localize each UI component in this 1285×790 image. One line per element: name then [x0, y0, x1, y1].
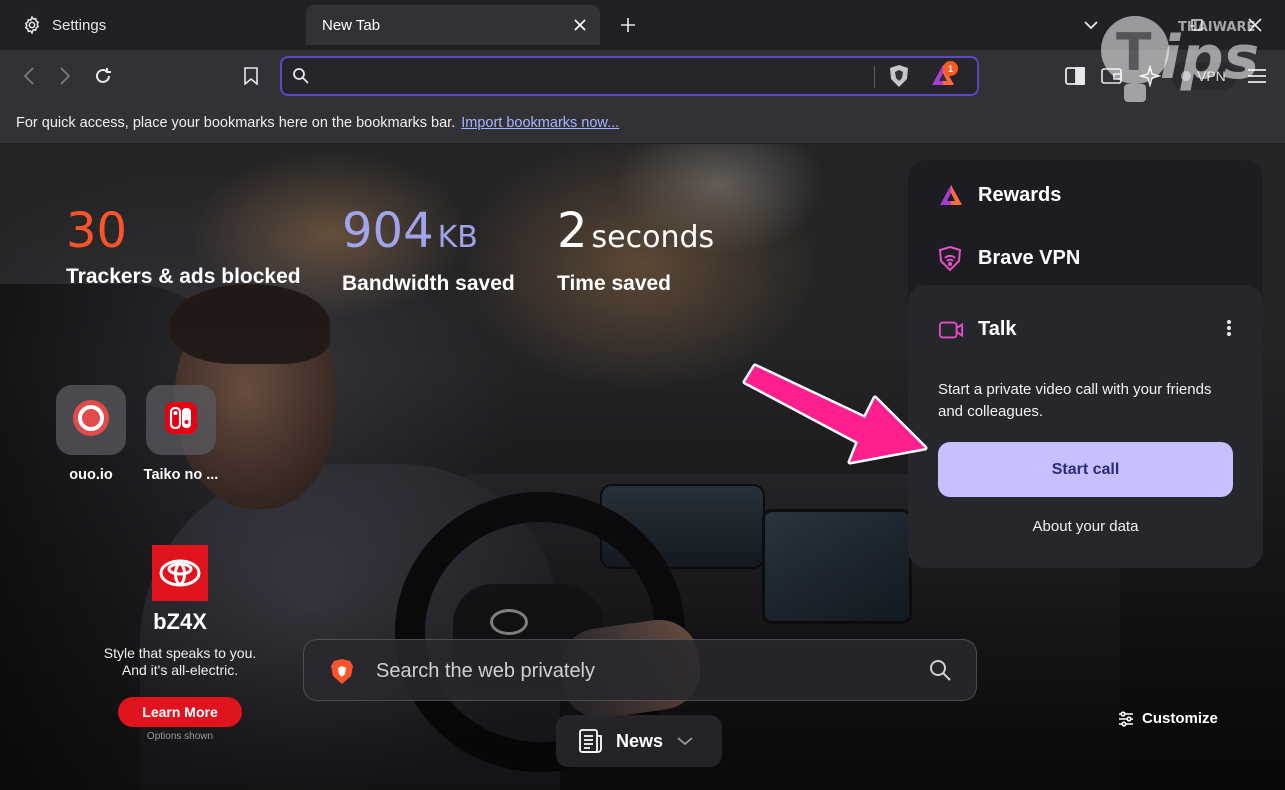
rewards-card-header[interactable]: Rewards — [938, 183, 1061, 207]
stat-trackers-value-row: 30 — [66, 205, 301, 257]
bookmark-icon[interactable] — [238, 63, 264, 89]
start-call-button[interactable]: Start call — [938, 442, 1233, 497]
stat-bandwidth-unit: KB — [437, 220, 478, 255]
stat-bandwidth-value: 904 — [342, 203, 434, 259]
news-button[interactable]: News — [556, 715, 722, 767]
brave-lion-icon — [330, 658, 354, 685]
stat-bandwidth: 904 KB Bandwidth saved — [342, 205, 515, 296]
annotation-arrow-icon — [735, 360, 935, 480]
sliders-icon — [1118, 710, 1134, 727]
search-icon[interactable] — [928, 658, 952, 682]
talk-card-header: Talk — [938, 318, 1017, 341]
tab-settings-label: Settings — [52, 16, 107, 34]
sponsored-tagline: Style that speaks to you. And it's all-e… — [103, 645, 257, 678]
stat-time: 2 seconds Time saved — [557, 205, 714, 296]
search-icon — [292, 67, 310, 85]
rewards-card-title: Rewards — [978, 183, 1062, 206]
gear-icon — [22, 15, 42, 35]
learn-more-button[interactable]: Learn More — [118, 697, 242, 727]
address-bar[interactable]: 1 — [280, 56, 979, 96]
address-bar-divider — [874, 66, 875, 88]
search-input[interactable] — [376, 659, 916, 683]
import-bookmarks-link[interactable]: Import bookmarks now... — [461, 115, 619, 131]
brave-shields-icon[interactable] — [888, 64, 910, 88]
forward-icon[interactable] — [52, 63, 78, 89]
video-camera-icon — [938, 319, 964, 341]
stat-trackers: 30 Trackers & ads blocked — [66, 205, 301, 289]
stat-trackers-value: 30 — [66, 203, 128, 259]
ouo-logo-icon — [71, 398, 111, 443]
top-site-label: Taiko no ... — [143, 467, 219, 483]
back-icon[interactable] — [16, 63, 42, 89]
top-site-tile[interactable] — [56, 385, 126, 455]
top-site-ouo[interactable]: ouo.io — [46, 385, 136, 483]
new-tab-plus-icon[interactable] — [616, 13, 640, 37]
nintendo-switch-icon — [163, 400, 199, 441]
stat-bandwidth-label: Bandwidth saved — [342, 272, 515, 295]
newspaper-icon — [578, 728, 604, 754]
vpn-card-header[interactable]: Brave VPN — [938, 245, 1080, 272]
about-your-data-link[interactable]: About your data — [938, 518, 1233, 535]
top-site-taiko[interactable]: Taiko no ... — [136, 385, 226, 483]
talk-card-title: Talk — [978, 318, 1017, 340]
reload-icon[interactable] — [90, 63, 116, 89]
address-input[interactable] — [320, 66, 880, 86]
close-tab-icon[interactable] — [572, 17, 588, 33]
vpn-card-title: Brave VPN — [978, 247, 1081, 269]
watermark-brand: THAIWARE — [1178, 20, 1255, 35]
stat-bandwidth-value-row: 904 KB — [342, 205, 515, 264]
stat-time-value-row: 2 seconds — [557, 205, 714, 264]
tab-new-tab[interactable]: New Tab — [306, 5, 600, 45]
news-label: News — [616, 730, 664, 751]
tips-watermark-logo: T ips THAIWARE — [1090, 0, 1285, 120]
sponsored-model: bZ4X — [153, 609, 207, 634]
stat-time-unit: seconds — [591, 220, 715, 255]
options-shown-note: Options shown — [146, 731, 214, 742]
talk-card: Talk Start a private video call with you… — [908, 285, 1263, 568]
svg-text:T: T — [1116, 23, 1152, 83]
stat-time-value: 2 — [557, 203, 588, 259]
sponsored-image-card: bZ4X Style that speaks to you. And it's … — [60, 545, 300, 742]
customize-label: Customize — [1142, 710, 1218, 727]
tab-new-tab-label: New Tab — [322, 16, 381, 34]
top-site-label: ouo.io — [69, 467, 113, 483]
search-box[interactable] — [303, 639, 977, 701]
bookmarks-hint: For quick access, place your bookmarks h… — [16, 114, 456, 131]
more-options-icon[interactable] — [1226, 319, 1232, 337]
stat-time-label: Time saved — [557, 272, 672, 295]
brave-rewards-icon — [938, 183, 964, 207]
talk-description: Start a private video call with your fri… — [938, 381, 1212, 420]
top-site-tile[interactable] — [146, 385, 216, 455]
toyota-logo-icon — [152, 545, 208, 601]
sidebar-icon[interactable] — [1062, 63, 1088, 89]
stat-trackers-label: Trackers & ads blocked — [66, 265, 301, 288]
chevron-down-icon — [677, 736, 693, 746]
customize-button[interactable]: Customize — [1118, 710, 1218, 727]
rewards-badge: 1 — [943, 61, 958, 76]
vpn-shield-icon — [938, 245, 964, 272]
tab-settings[interactable]: Settings — [12, 5, 292, 45]
